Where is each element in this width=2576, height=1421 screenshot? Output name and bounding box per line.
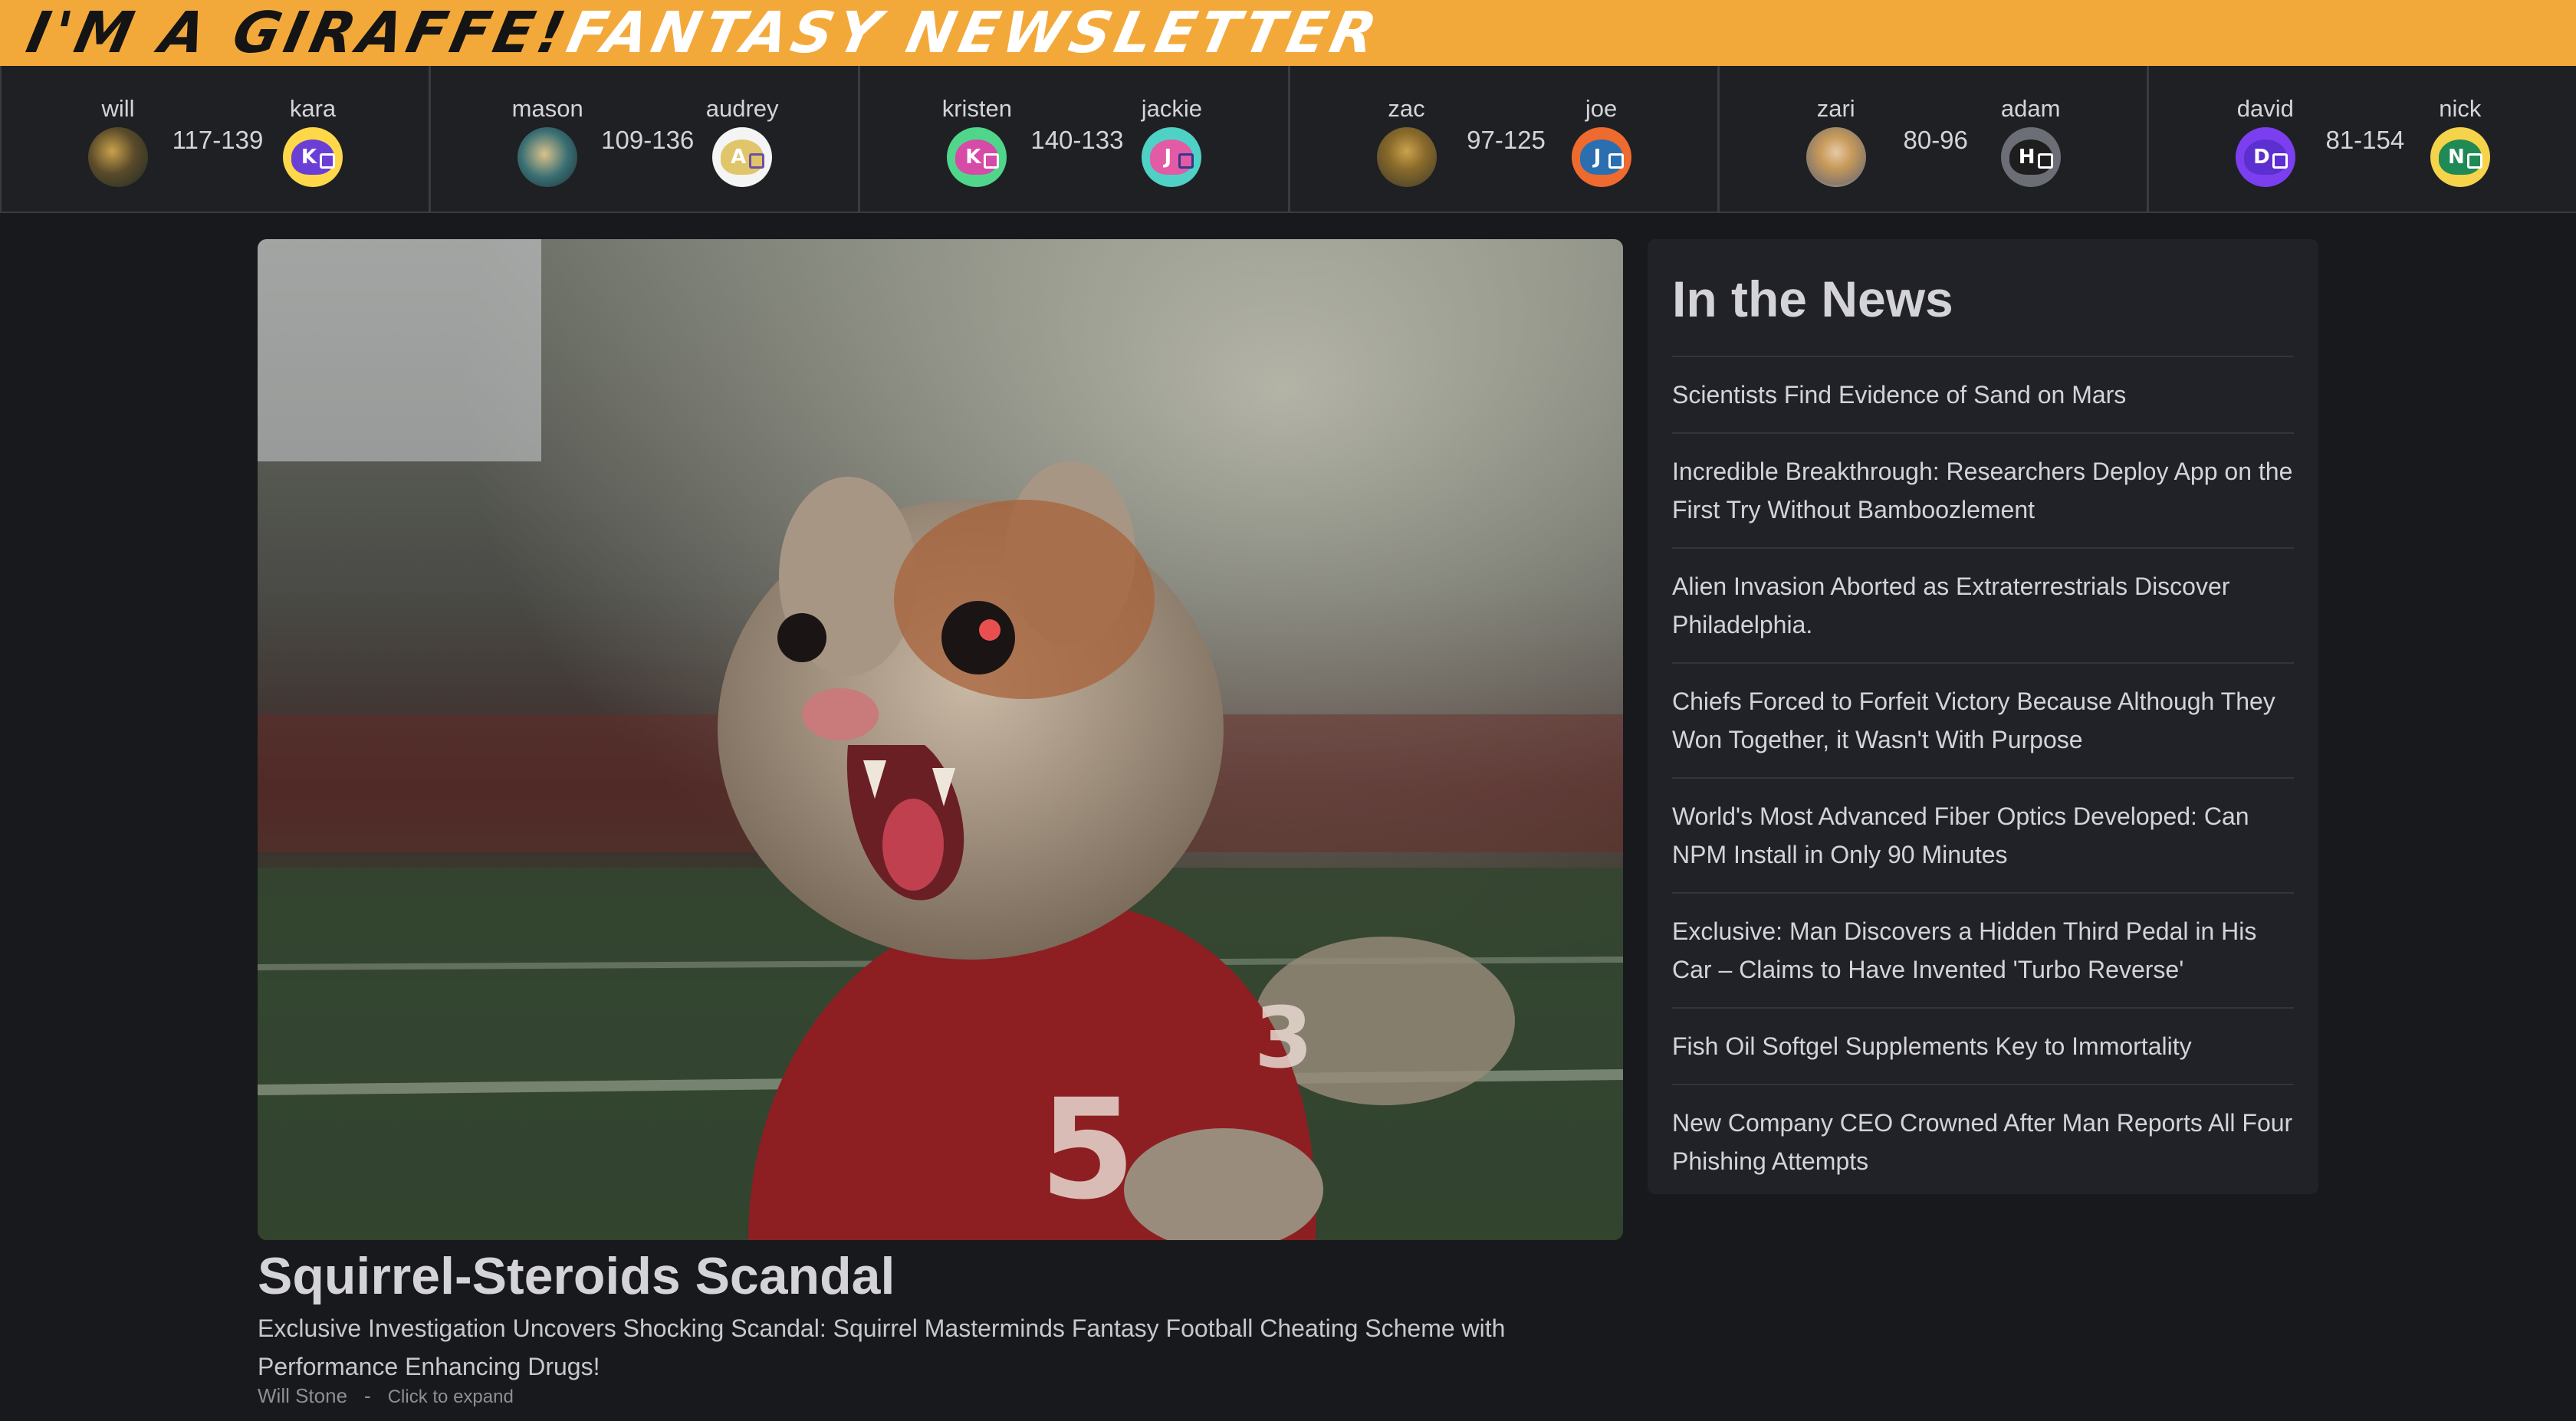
squirrel-football-illustration: 5 3 (258, 239, 1623, 1240)
facemask-icon (2037, 153, 2053, 169)
team-left: zari (1790, 95, 1882, 187)
svg-text:5: 5 (1040, 1070, 1135, 1230)
avatar-letter: H (2018, 146, 2036, 169)
avatar: H (2000, 127, 2061, 187)
article-byline: Will Stone - Click to expand (258, 1384, 514, 1408)
team-name: zac (1388, 95, 1425, 122)
avatar: K (947, 127, 1007, 187)
matchup-score: 140-133 (1030, 126, 1124, 154)
avatar (88, 127, 148, 187)
matchup-card[interactable]: will 117-139 kara K (0, 66, 429, 212)
avatar: J (1142, 127, 1202, 187)
matchup-card[interactable]: zari 80-96 adam H (1717, 66, 2147, 212)
news-heading: In the News (1672, 268, 2294, 357)
news-item[interactable]: Incredible Breakthrough: Researchers Dep… (1672, 434, 2294, 549)
avatar-letter: D (2253, 146, 2270, 169)
matchup-score: 97-125 (1467, 126, 1546, 154)
article-subtitle: Exclusive Investigation Uncovers Shockin… (258, 1314, 1506, 1380)
author-name: Will Stone (258, 1384, 348, 1407)
matchup-card[interactable]: zac 97-125 joe J (1287, 66, 1717, 212)
team-name: will (101, 95, 135, 122)
site-title-part1: I'M A GIRAFFE! (21, 0, 576, 66)
team-left: david D (2220, 95, 2312, 187)
avatar-letter: N (2447, 146, 2465, 169)
news-item[interactable]: World's Most Advanced Fiber Optics Devel… (1672, 779, 2294, 894)
facemask-icon (749, 153, 765, 169)
facemask-icon (984, 153, 1000, 169)
team-right: audrey A (696, 95, 788, 187)
news-item[interactable]: Exclusive: Man Discovers a Hidden Third … (1672, 894, 2294, 1009)
team-name: joe (1585, 95, 1618, 122)
avatar: N (2430, 127, 2490, 187)
team-name: zari (1816, 95, 1855, 122)
team-name: kristen (941, 95, 1012, 122)
news-sidebar: In the News Scientists Find Evidence of … (1648, 239, 2318, 1194)
avatar (1806, 127, 1866, 187)
team-name: mason (511, 95, 583, 122)
matchup-card[interactable]: kristen K 140-133 jackie J (858, 66, 1287, 212)
matchup-score: 117-139 (172, 126, 264, 154)
avatar (1376, 127, 1437, 187)
svg-text:3: 3 (1254, 989, 1313, 1087)
team-right: kara K (267, 95, 359, 187)
news-item[interactable]: Chiefs Forced to Forfeit Victory Because… (1672, 664, 2294, 779)
avatar: A (712, 127, 773, 187)
facemask-icon (1608, 153, 1624, 169)
team-name: nick (2439, 95, 2482, 122)
scoreboard: will 117-139 kara K mason 109-136 audrey… (0, 66, 2576, 213)
team-right: jackie J (1125, 95, 1217, 187)
site-banner: I'M A GIRAFFE!FANTASY NEWSLETTER (0, 0, 2576, 66)
site-title[interactable]: I'M A GIRAFFE!FANTASY NEWSLETTER (21, 0, 1387, 66)
avatar-letter: J (1593, 146, 1602, 169)
team-left: zac (1361, 95, 1453, 187)
team-left: mason (501, 95, 593, 187)
team-name: david (2236, 95, 2294, 122)
matchup-score: 81-154 (2325, 126, 2405, 154)
avatar-letter: K (965, 146, 981, 169)
site-title-part2: FANTASY NEWSLETTER (561, 0, 1387, 66)
avatar: J (1571, 127, 1631, 187)
avatar (518, 127, 578, 187)
article-title[interactable]: Squirrel-Steroids Scandal (258, 1243, 895, 1309)
news-item[interactable]: Scientists Find Evidence of Sand on Mars (1672, 357, 2294, 434)
article-hero-image[interactable]: 5 3 (258, 239, 1623, 1240)
matchup-score: 109-136 (601, 126, 695, 154)
team-left: kristen K (931, 95, 1023, 187)
matchup-score: 80-96 (1903, 126, 1968, 154)
team-right: joe J (1556, 95, 1648, 187)
facemask-icon (2272, 153, 2288, 169)
news-item[interactable]: Fish Oil Softgel Supplements Key to Immo… (1672, 1009, 2294, 1085)
team-name: kara (289, 95, 337, 122)
avatar-letter: K (301, 146, 317, 169)
avatar-letter: A (731, 146, 747, 169)
news-item[interactable]: New Company CEO Crowned After Man Report… (1672, 1085, 2294, 1199)
team-name: audrey (705, 95, 779, 122)
avatar: D (2235, 127, 2295, 187)
team-name: adam (2000, 95, 2061, 122)
team-right: nick N (2414, 95, 2506, 187)
avatar: K (283, 127, 343, 187)
expand-link[interactable]: Click to expand (388, 1387, 514, 1407)
facemask-icon (320, 153, 335, 169)
team-name: jackie (1141, 95, 1202, 122)
team-left: will (72, 95, 164, 187)
facemask-icon (1178, 153, 1194, 169)
team-right: adam H (1985, 95, 2077, 187)
news-item[interactable]: Alien Invasion Aborted as Extraterrestri… (1672, 549, 2294, 664)
matchup-card[interactable]: david D 81-154 nick N (2146, 66, 2576, 212)
avatar-letter: J (1164, 146, 1172, 169)
matchup-card[interactable]: mason 109-136 audrey A (429, 66, 858, 212)
facemask-icon (2466, 153, 2482, 169)
byline-separator: - (364, 1384, 371, 1407)
